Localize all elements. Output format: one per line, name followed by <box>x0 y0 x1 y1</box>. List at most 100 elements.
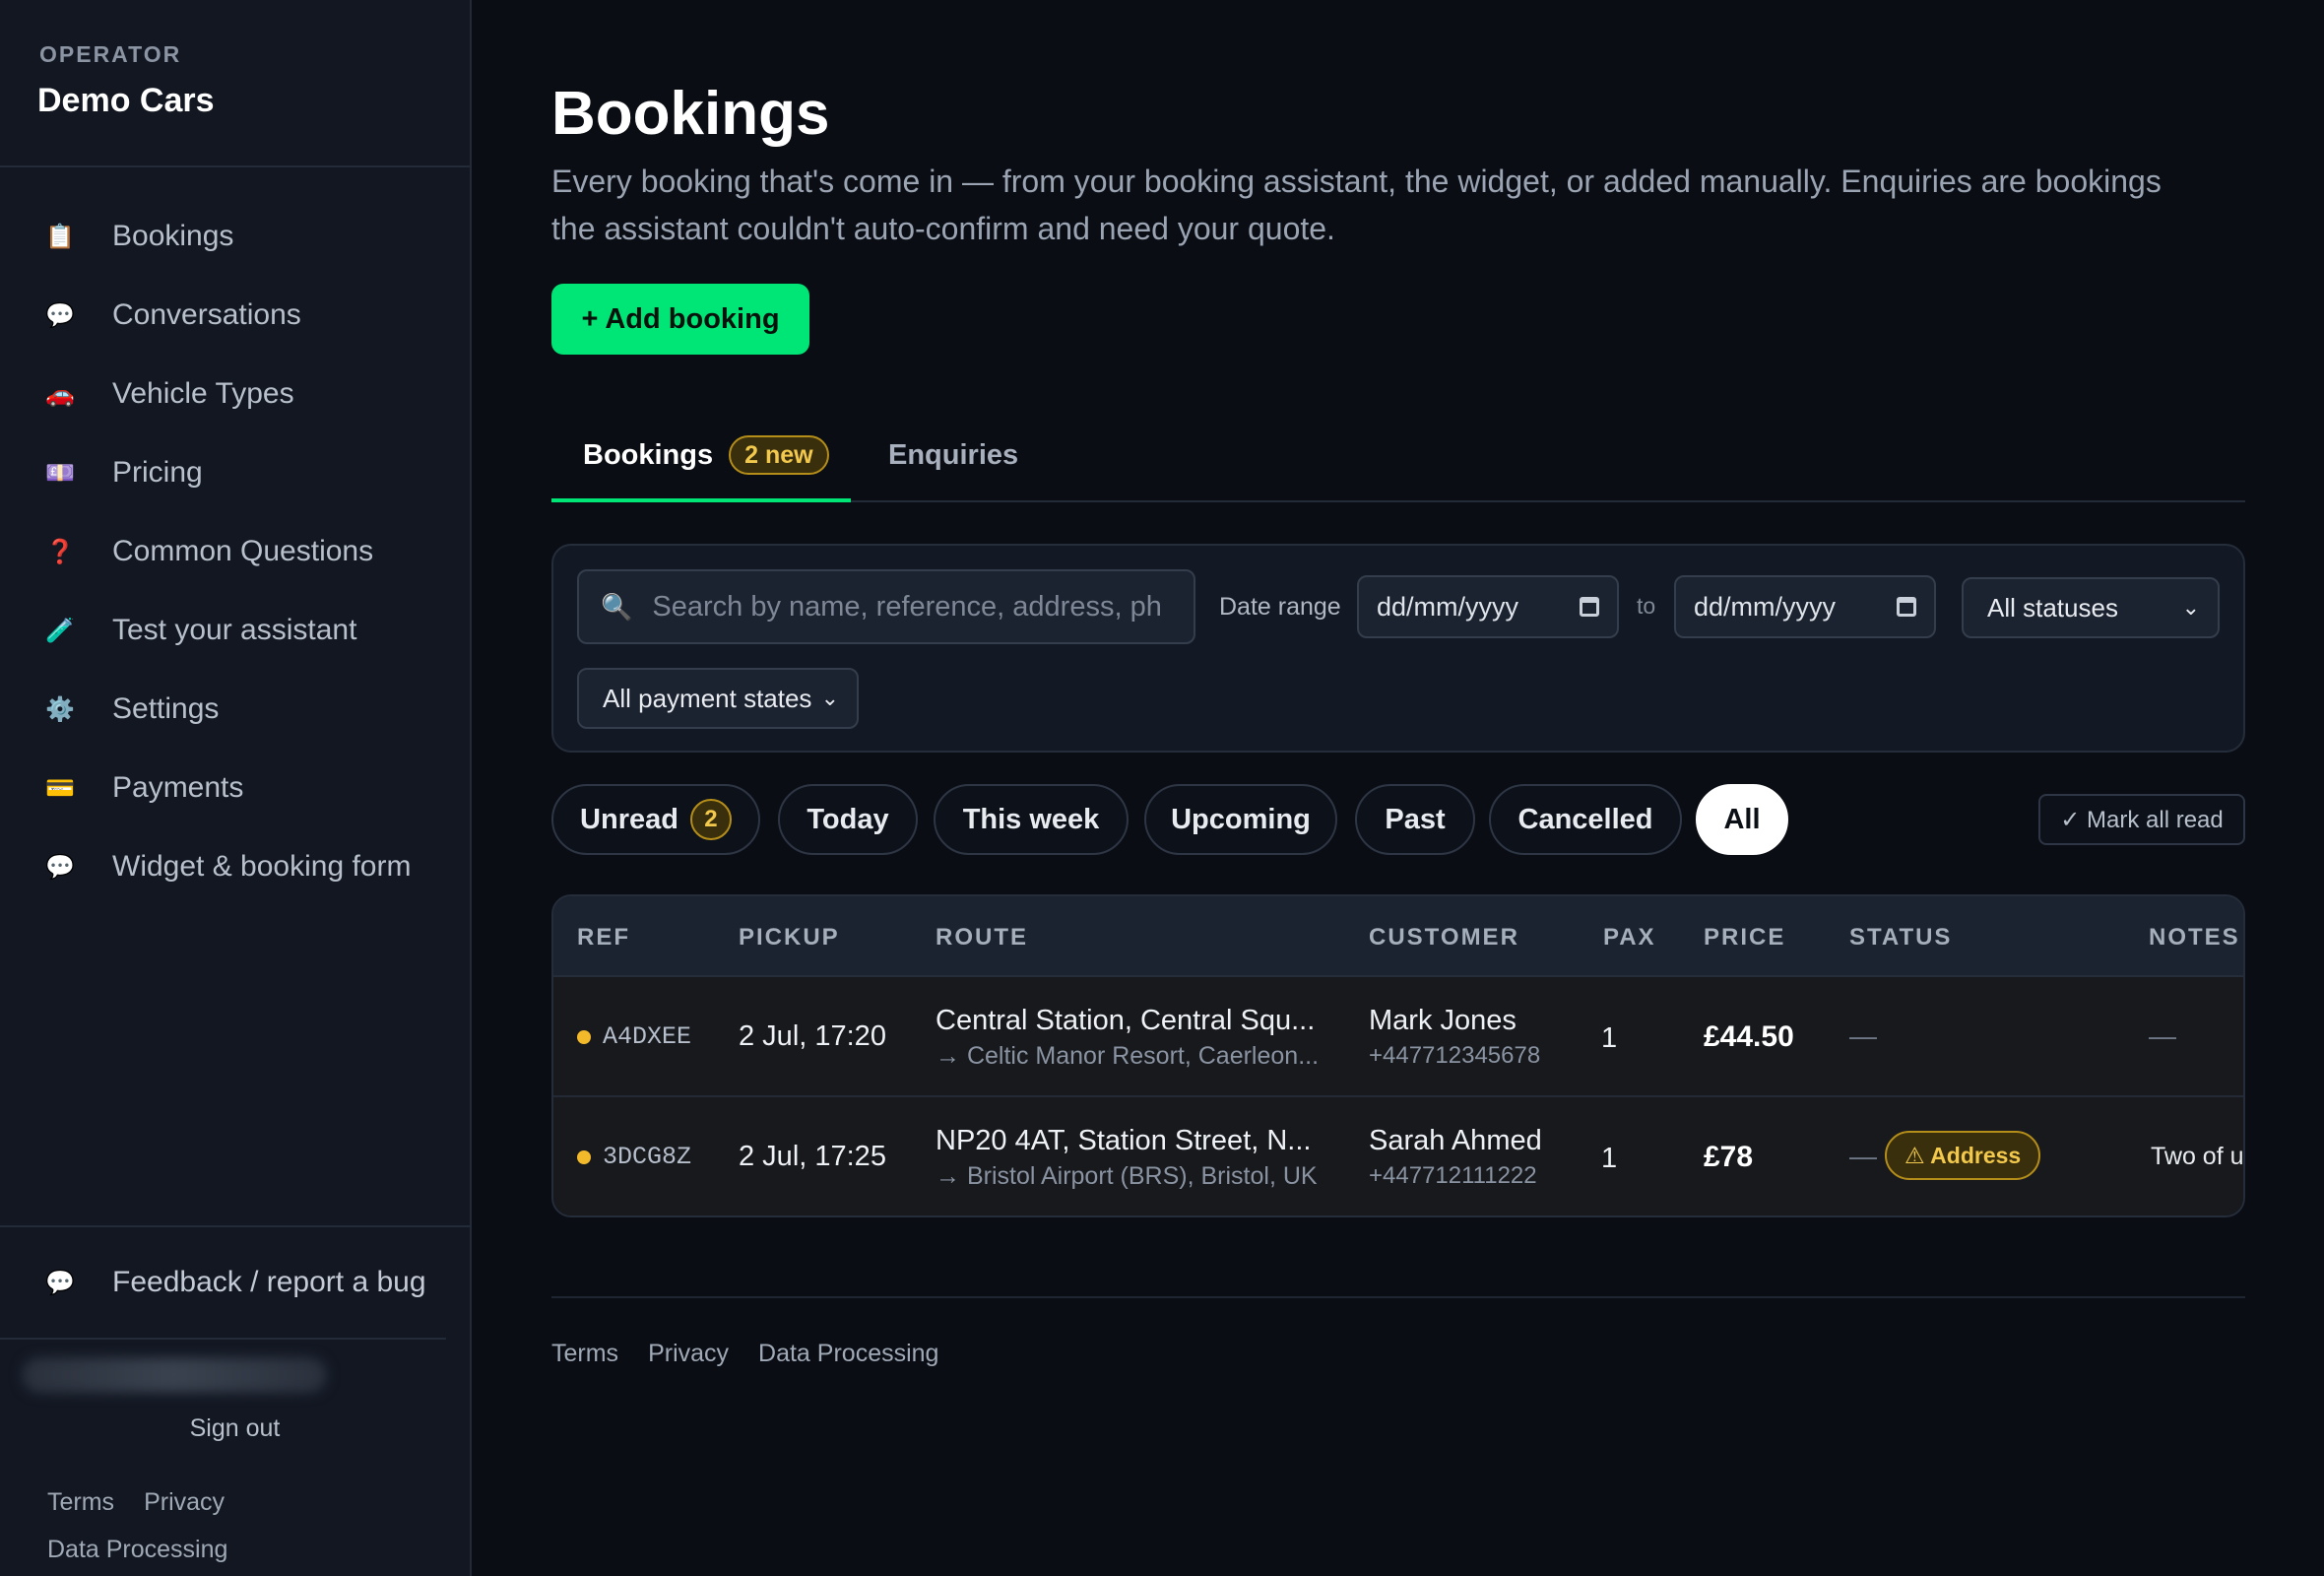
sidebar-item-conversations[interactable]: 💬 Conversations <box>0 276 470 355</box>
route-to: → Celtic Manor Resort, Caerleon... <box>936 1042 1320 1070</box>
table-row[interactable]: A4DXEE 2 Jul, 17:20 Central Station, Cen… <box>553 977 2243 1097</box>
notes-value: Two of u <box>2151 1143 2244 1170</box>
table-row[interactable]: 3DCG8Z 2 Jul, 17:25 NP20 4AT, Station St… <box>553 1097 2244 1215</box>
question-mark-icon: ❓ <box>45 538 75 565</box>
sidebar-item-pricing[interactable]: 💷 Pricing <box>0 433 470 512</box>
chip-upcoming[interactable]: Upcoming <box>1144 784 1337 855</box>
column-header-pax[interactable]: PAX <box>1603 924 1656 952</box>
to-label: to <box>1637 593 1656 619</box>
blurred-user-email <box>22 1357 327 1393</box>
sign-out-link[interactable]: Sign out <box>0 1414 470 1443</box>
search-input[interactable] <box>652 590 1185 624</box>
gear-icon: ⚙️ <box>45 695 75 723</box>
pax-count: 1 <box>1601 1143 1618 1174</box>
sidebar-item-test-assistant[interactable]: 🧪 Test your assistant <box>0 591 470 670</box>
table-header: REF PICKUP ROUTE CUSTOMER PAX PRICE STAT… <box>553 896 2243 977</box>
pickup-time: 2 Jul, 17:25 <box>739 1141 886 1172</box>
sidebar-item-label: Widget & booking form <box>112 850 412 883</box>
privacy-link[interactable]: Privacy <box>648 1340 729 1367</box>
sidebar-item-widget[interactable]: 💬 Widget & booking form <box>0 827 470 906</box>
tab-label: Enquiries <box>888 439 1019 471</box>
sidebar-footer: 💬 Feedback / report a bug Sign out Terms… <box>0 1225 470 1573</box>
sidebar-item-payments[interactable]: 💳 Payments <box>0 749 470 827</box>
sidebar-item-common-questions[interactable]: ❓ Common Questions <box>0 512 470 591</box>
sidebar-item-label: Payments <box>112 771 244 804</box>
route-from: Central Station, Central Squ... <box>936 1005 1316 1036</box>
chevron-down-icon: ⌄ <box>2181 595 2200 620</box>
booking-price: £78 <box>1704 1141 1754 1173</box>
chip-label: This week <box>962 803 1100 835</box>
company-name: Demo Cars <box>37 82 215 119</box>
privacy-link[interactable]: Privacy <box>144 1488 225 1516</box>
search-icon: 🔍 <box>601 591 633 622</box>
column-header-ref[interactable]: REF <box>577 924 630 952</box>
tab-bookings[interactable]: Bookings 2 new <box>551 426 851 502</box>
mark-all-read-button[interactable]: ✓ Mark all read <box>2038 794 2245 845</box>
filter-panel: 🔍 Date range dd/mm/yyyy to dd/mm/yyyy Al… <box>551 544 2245 753</box>
speech-bubble-icon: 💬 <box>45 853 75 881</box>
chip-label: Cancelled <box>1517 803 1653 835</box>
sidebar: OPERATOR Demo Cars 📋 Bookings 💬 Conversa… <box>0 0 472 1576</box>
chip-label: All <box>1723 803 1761 835</box>
search-box[interactable]: 🔍 <box>577 569 1195 644</box>
sidebar-item-settings[interactable]: ⚙️ Settings <box>0 670 470 749</box>
status-select-value: All statuses <box>1987 592 2118 623</box>
sidebar-item-label: Common Questions <box>112 535 374 567</box>
status-select[interactable]: All statuses ⌄ <box>1962 577 2220 638</box>
chip-label: Today <box>807 803 889 835</box>
chip-past[interactable]: Past <box>1355 784 1475 855</box>
chip-label: Unread <box>580 803 678 835</box>
route-from: NP20 4AT, Station Street, N... <box>936 1125 1312 1156</box>
bookings-table: REF PICKUP ROUTE CUSTOMER PAX PRICE STAT… <box>551 894 2245 1217</box>
terms-link[interactable]: Terms <box>551 1340 618 1367</box>
sidebar-item-label: Conversations <box>112 298 301 331</box>
tab-enquiries[interactable]: Enquiries <box>888 426 1018 502</box>
chip-cancelled[interactable]: Cancelled <box>1489 784 1682 855</box>
calendar-icon[interactable] <box>1580 597 1599 617</box>
sidebar-item-vehicle-types[interactable]: 🚗 Vehicle Types <box>0 355 470 433</box>
pax-count: 1 <box>1601 1022 1618 1054</box>
chip-today[interactable]: Today <box>778 784 918 855</box>
terms-link[interactable]: Terms <box>47 1488 114 1516</box>
data-processing-link[interactable]: Data Processing <box>758 1340 938 1367</box>
feedback-label: Feedback / report a bug <box>112 1266 426 1298</box>
status-value: — <box>1849 1141 1877 1171</box>
notes-value: — <box>2149 1020 2176 1051</box>
date-to-value: dd/mm/yyyy <box>1694 591 1837 622</box>
chevron-down-icon: ⌄ <box>820 686 839 710</box>
quick-filter-chips: Unread 2 Today This week Upcoming Past C… <box>551 784 2245 855</box>
test-tube-icon: 🧪 <box>45 617 75 644</box>
feedback-link[interactable]: 💬 Feedback / report a bug <box>0 1227 446 1340</box>
sidebar-nav: 📋 Bookings 💬 Conversations 🚗 Vehicle Typ… <box>0 167 470 906</box>
payment-state-select[interactable]: All payment states ⌄ <box>577 668 859 729</box>
column-header-customer[interactable]: CUSTOMER <box>1369 924 1519 952</box>
chip-this-week[interactable]: This week <box>934 784 1129 855</box>
speech-bubble-icon: 💬 <box>45 1269 75 1296</box>
payment-select-value: All payment states <box>603 683 812 713</box>
date-to-input[interactable]: dd/mm/yyyy <box>1674 575 1936 638</box>
booking-price: £44.50 <box>1704 1020 1794 1053</box>
chip-all[interactable]: All <box>1696 784 1788 855</box>
chip-unread[interactable]: Unread 2 <box>551 784 760 855</box>
clipboard-icon: 📋 <box>45 223 75 250</box>
car-icon: 🚗 <box>45 380 75 408</box>
column-header-price[interactable]: PRICE <box>1704 924 1785 952</box>
customer-name: Sarah Ahmed <box>1369 1125 1542 1156</box>
column-header-notes[interactable]: NOTES <box>2149 924 2240 952</box>
chip-label: Upcoming <box>1171 803 1311 835</box>
banknote-icon: 💷 <box>45 459 75 487</box>
sidebar-item-bookings[interactable]: 📋 Bookings <box>0 197 470 276</box>
credit-card-icon: 💳 <box>45 774 75 802</box>
date-from-input[interactable]: dd/mm/yyyy <box>1357 575 1619 638</box>
column-header-pickup[interactable]: PICKUP <box>739 924 840 952</box>
customer-phone: +447712111222 <box>1369 1162 1537 1189</box>
sidebar-legal-links: Terms Privacy Data Processing <box>0 1443 470 1573</box>
column-header-route[interactable]: ROUTE <box>936 924 1028 952</box>
add-booking-button[interactable]: + Add booking <box>551 284 809 355</box>
column-header-status[interactable]: STATUS <box>1849 924 1952 952</box>
date-from-value: dd/mm/yyyy <box>1377 591 1519 622</box>
data-processing-link[interactable]: Data Processing <box>47 1536 227 1563</box>
page-footer: Terms Privacy Data Processing <box>551 1296 2245 1368</box>
calendar-icon[interactable] <box>1897 597 1916 617</box>
sidebar-item-label: Settings <box>112 692 220 725</box>
